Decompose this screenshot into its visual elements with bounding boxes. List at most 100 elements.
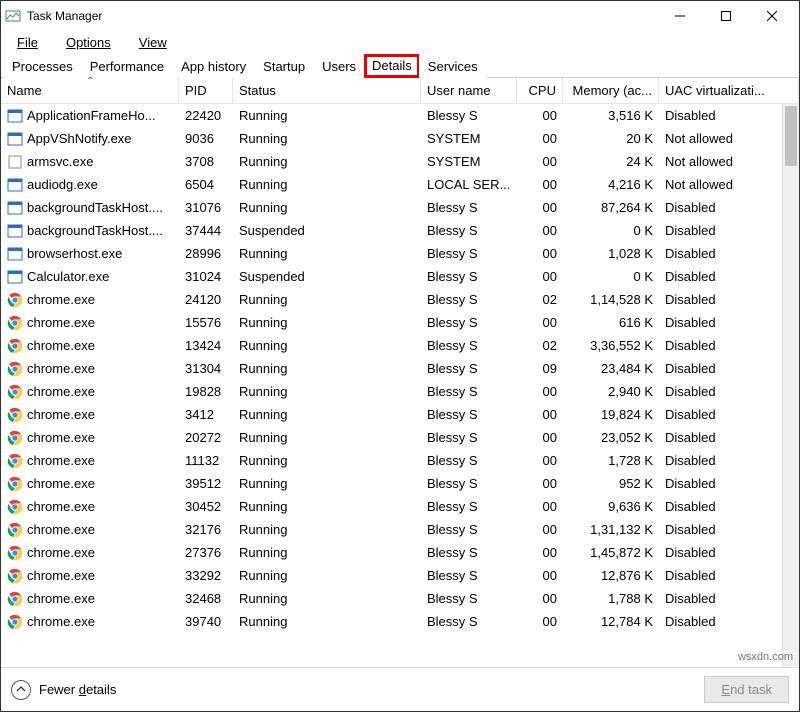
- process-status: Running: [233, 407, 421, 422]
- tab-startup[interactable]: Startup: [254, 54, 314, 78]
- table-row[interactable]: chrome.exe39512RunningBlessy S00952 KDis…: [1, 472, 799, 495]
- table-row[interactable]: chrome.exe19828RunningBlessy S002,940 KD…: [1, 380, 799, 403]
- fewer-details-button[interactable]: Fewer details: [11, 680, 116, 700]
- process-icon: [7, 476, 23, 492]
- process-name: chrome.exe: [27, 545, 95, 560]
- process-uac: Disabled: [659, 453, 799, 468]
- process-pid: 33292: [179, 568, 233, 583]
- process-user: Blessy S: [421, 614, 517, 629]
- maximize-button[interactable]: [703, 1, 749, 31]
- table-row[interactable]: chrome.exe3412RunningBlessy S0019,824 KD…: [1, 403, 799, 426]
- menu-file[interactable]: File: [5, 33, 50, 52]
- end-task-button[interactable]: End task: [704, 676, 789, 703]
- table-row[interactable]: AppVShNotify.exe9036RunningSYSTEM0020 KN…: [1, 127, 799, 150]
- table-row[interactable]: audiodg.exe6504RunningLOCAL SER...004,21…: [1, 173, 799, 196]
- process-user: Blessy S: [421, 292, 517, 307]
- process-name: chrome.exe: [27, 338, 95, 353]
- process-user: Blessy S: [421, 568, 517, 583]
- header-pid[interactable]: PID: [179, 78, 233, 103]
- process-uac: Disabled: [659, 292, 799, 307]
- minimize-button[interactable]: [657, 1, 703, 31]
- table-row[interactable]: browserhost.exe28996RunningBlessy S001,0…: [1, 242, 799, 265]
- process-memory: 1,31,132 K: [563, 522, 659, 537]
- process-pid: 15576: [179, 315, 233, 330]
- process-uac: Disabled: [659, 476, 799, 491]
- process-cpu: 00: [517, 108, 563, 123]
- process-status: Running: [233, 177, 421, 192]
- tab-users[interactable]: Users: [313, 54, 365, 78]
- tab-app-history[interactable]: App history: [172, 54, 255, 78]
- table-row[interactable]: backgroundTaskHost....31076RunningBlessy…: [1, 196, 799, 219]
- process-user: Blessy S: [421, 591, 517, 606]
- table-row[interactable]: Calculator.exe31024SuspendedBlessy S000 …: [1, 265, 799, 288]
- header-user[interactable]: User name: [421, 78, 517, 103]
- scrollbar-thumb[interactable]: [785, 106, 797, 166]
- process-user: Blessy S: [421, 200, 517, 215]
- table-row[interactable]: chrome.exe32176RunningBlessy S001,31,132…: [1, 518, 799, 541]
- table-row[interactable]: chrome.exe32468RunningBlessy S001,788 KD…: [1, 587, 799, 610]
- process-name: ApplicationFrameHo...: [27, 108, 156, 123]
- process-uac: Not allowed: [659, 131, 799, 146]
- header-cpu[interactable]: CPU: [517, 78, 563, 103]
- tab-bar: Processes Performance App history Startu…: [1, 53, 799, 78]
- process-icon: [7, 338, 23, 354]
- process-cpu: 00: [517, 315, 563, 330]
- table-row[interactable]: backgroundTaskHost....37444SuspendedBles…: [1, 219, 799, 242]
- table-row[interactable]: chrome.exe13424RunningBlessy S023,36,552…: [1, 334, 799, 357]
- process-status: Suspended: [233, 269, 421, 284]
- process-memory: 23,484 K: [563, 361, 659, 376]
- watermark: wsxdn.com: [738, 651, 793, 663]
- process-pid: 22420: [179, 108, 233, 123]
- process-uac: Disabled: [659, 522, 799, 537]
- table-row[interactable]: chrome.exe39740RunningBlessy S0012,784 K…: [1, 610, 799, 633]
- table-row[interactable]: chrome.exe31304RunningBlessy S0923,484 K…: [1, 357, 799, 380]
- menu-view[interactable]: View: [127, 33, 179, 52]
- process-pid: 6504: [179, 177, 233, 192]
- table-row[interactable]: chrome.exe11132RunningBlessy S001,728 KD…: [1, 449, 799, 472]
- menu-options[interactable]: Options: [54, 33, 123, 52]
- process-icon: [7, 108, 23, 124]
- process-name: chrome.exe: [27, 568, 95, 583]
- process-icon: [7, 545, 23, 561]
- process-uac: Disabled: [659, 246, 799, 261]
- process-icon: [7, 430, 23, 446]
- table-row[interactable]: chrome.exe15576RunningBlessy S00616 KDis…: [1, 311, 799, 334]
- header-status[interactable]: Status: [233, 78, 421, 103]
- table-row[interactable]: armsvc.exe3708RunningSYSTEM0024 KNot all…: [1, 150, 799, 173]
- process-icon: [7, 453, 23, 469]
- process-cpu: 00: [517, 246, 563, 261]
- process-icon: [7, 614, 23, 630]
- process-name: chrome.exe: [27, 476, 95, 491]
- process-uac: Disabled: [659, 591, 799, 606]
- table-row[interactable]: chrome.exe27376RunningBlessy S001,45,872…: [1, 541, 799, 564]
- close-button[interactable]: [749, 1, 795, 31]
- process-pid: 32468: [179, 591, 233, 606]
- process-uac: Disabled: [659, 407, 799, 422]
- process-memory: 12,784 K: [563, 614, 659, 629]
- header-memory[interactable]: Memory (ac...: [563, 78, 659, 103]
- table-row[interactable]: chrome.exe30452RunningBlessy S009,636 KD…: [1, 495, 799, 518]
- tab-performance[interactable]: Performance: [81, 54, 173, 78]
- table-row[interactable]: ApplicationFrameHo...22420RunningBlessy …: [1, 104, 799, 127]
- table-row[interactable]: chrome.exe33292RunningBlessy S0012,876 K…: [1, 564, 799, 587]
- table-row[interactable]: chrome.exe20272RunningBlessy S0023,052 K…: [1, 426, 799, 449]
- tab-details[interactable]: Details: [364, 54, 420, 78]
- process-icon: [7, 131, 23, 147]
- header-uac[interactable]: UAC virtualizati...: [659, 78, 799, 103]
- tab-processes[interactable]: Processes: [3, 54, 82, 78]
- menubar: File Options View: [1, 31, 799, 53]
- table-row[interactable]: chrome.exe24120RunningBlessy S021,14,528…: [1, 288, 799, 311]
- vertical-scrollbar[interactable]: [782, 104, 799, 667]
- process-status: Suspended: [233, 223, 421, 238]
- process-cpu: 00: [517, 200, 563, 215]
- tab-services[interactable]: Services: [419, 54, 487, 78]
- process-user: Blessy S: [421, 246, 517, 261]
- process-name: AppVShNotify.exe: [27, 131, 132, 146]
- process-cpu: 00: [517, 614, 563, 629]
- process-uac: Not allowed: [659, 177, 799, 192]
- process-name: chrome.exe: [27, 453, 95, 468]
- titlebar[interactable]: Task Manager: [1, 1, 799, 31]
- process-memory: 3,516 K: [563, 108, 659, 123]
- process-memory: 1,14,528 K: [563, 292, 659, 307]
- process-status: Running: [233, 545, 421, 560]
